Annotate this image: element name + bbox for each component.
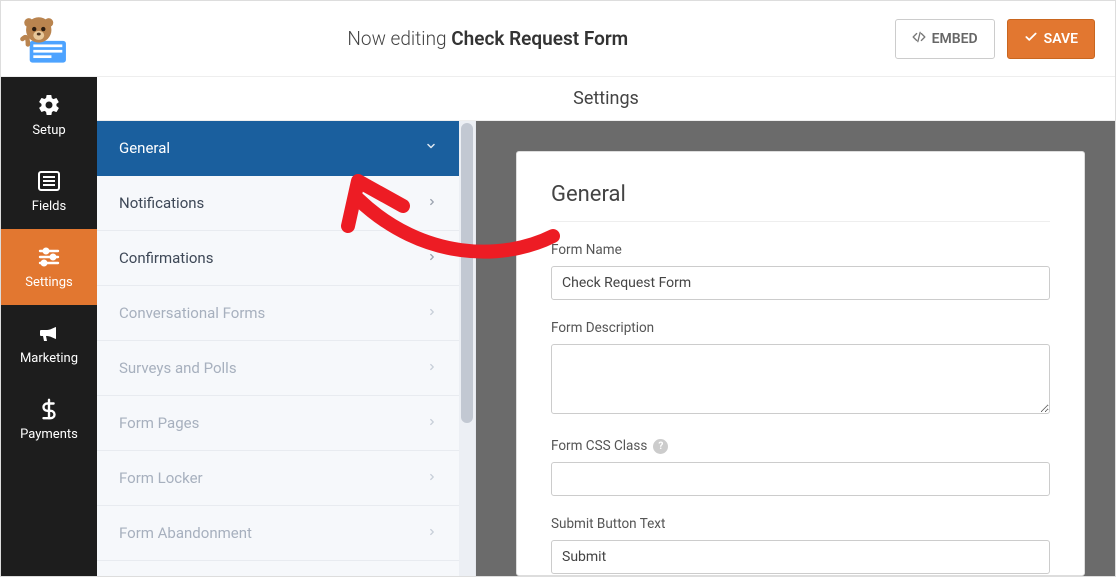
submit-text-label: Submit Button Text xyxy=(551,516,1050,532)
list-icon xyxy=(37,169,61,193)
settings-item-form-pages[interactable]: Form Pages xyxy=(97,396,459,451)
embed-label: EMBED xyxy=(932,31,978,47)
settings-list: General Notifications Conf xyxy=(97,121,476,576)
chevron-right-icon xyxy=(427,250,437,266)
panel-heading: General xyxy=(551,182,1050,222)
settings-item-notifications[interactable]: Notifications xyxy=(97,176,459,231)
nav-settings[interactable]: Settings xyxy=(1,229,97,305)
embed-button[interactable]: EMBED xyxy=(895,19,995,59)
header-title: Now editing Check Request Form xyxy=(81,27,895,50)
settings-item-conversational-forms[interactable]: Conversational Forms xyxy=(97,286,459,341)
nav-fields[interactable]: Fields xyxy=(1,153,97,229)
settings-item-confirmations[interactable]: Confirmations xyxy=(97,231,459,286)
submit-button-text-input[interactable] xyxy=(551,540,1050,574)
settings-item-general[interactable]: General xyxy=(97,121,459,176)
page-title: Settings xyxy=(97,77,1115,121)
help-icon[interactable]: ? xyxy=(653,439,668,454)
form-desc-label: Form Description xyxy=(551,320,1050,336)
nav-rail: Setup Fields Settings Marketing xyxy=(1,77,97,576)
chevron-right-icon xyxy=(427,305,437,321)
nav-settings-label: Settings xyxy=(25,275,72,290)
chevron-right-icon xyxy=(427,525,437,541)
embed-icon xyxy=(912,30,926,48)
settings-item-label: Confirmations xyxy=(119,249,427,267)
settings-item-form-locker[interactable]: Form Locker xyxy=(97,451,459,506)
settings-item-label: Form Abandonment xyxy=(119,524,427,542)
general-settings-panel: General Form Name Form Description Form … xyxy=(516,151,1085,576)
check-icon xyxy=(1024,30,1038,48)
preview-area: General Form Name Form Description Form … xyxy=(476,121,1115,576)
nav-marketing[interactable]: Marketing xyxy=(1,305,97,381)
settings-item-label: Notifications xyxy=(119,194,427,212)
gear-icon xyxy=(37,93,61,117)
chevron-right-icon xyxy=(427,195,437,211)
settings-item-surveys[interactable]: Surveys and Polls xyxy=(97,341,459,396)
brand-logo xyxy=(11,9,81,69)
settings-item-label: Form Pages xyxy=(119,414,427,432)
dollar-icon xyxy=(37,397,61,421)
nav-marketing-label: Marketing xyxy=(20,351,78,366)
chevron-right-icon xyxy=(427,415,437,431)
scroll-thumb[interactable] xyxy=(461,123,473,423)
nav-payments[interactable]: Payments xyxy=(1,381,97,457)
settings-item-label: Form Locker xyxy=(119,469,427,487)
form-name-label: Form Name xyxy=(551,242,1050,258)
nav-fields-label: Fields xyxy=(32,199,66,214)
app-header: Now editing Check Request Form EMBED SAV… xyxy=(1,1,1115,77)
form-description-input[interactable] xyxy=(551,344,1050,414)
nav-setup[interactable]: Setup xyxy=(1,77,97,153)
form-name-input[interactable] xyxy=(551,266,1050,300)
css-class-label: Form CSS Class xyxy=(551,438,647,454)
chevron-right-icon xyxy=(427,470,437,486)
sliders-icon xyxy=(37,245,61,269)
settings-item-label: Surveys and Polls xyxy=(119,359,427,377)
nav-payments-label: Payments xyxy=(20,427,78,442)
editing-form-name: Check Request Form xyxy=(451,27,628,50)
settings-item-label: Conversational Forms xyxy=(119,304,427,322)
save-label: SAVE xyxy=(1044,31,1078,47)
nav-setup-label: Setup xyxy=(32,123,65,138)
save-button[interactable]: SAVE xyxy=(1007,19,1095,59)
settings-item-label: General xyxy=(119,139,425,157)
settings-item-form-abandonment[interactable]: Form Abandonment xyxy=(97,506,459,561)
settings-scrollbar[interactable] xyxy=(459,121,475,576)
form-css-class-input[interactable] xyxy=(551,462,1050,496)
chevron-right-icon xyxy=(427,360,437,376)
now-editing-text: Now editing xyxy=(347,27,446,50)
bullhorn-icon xyxy=(37,321,61,345)
chevron-down-icon xyxy=(425,140,437,156)
